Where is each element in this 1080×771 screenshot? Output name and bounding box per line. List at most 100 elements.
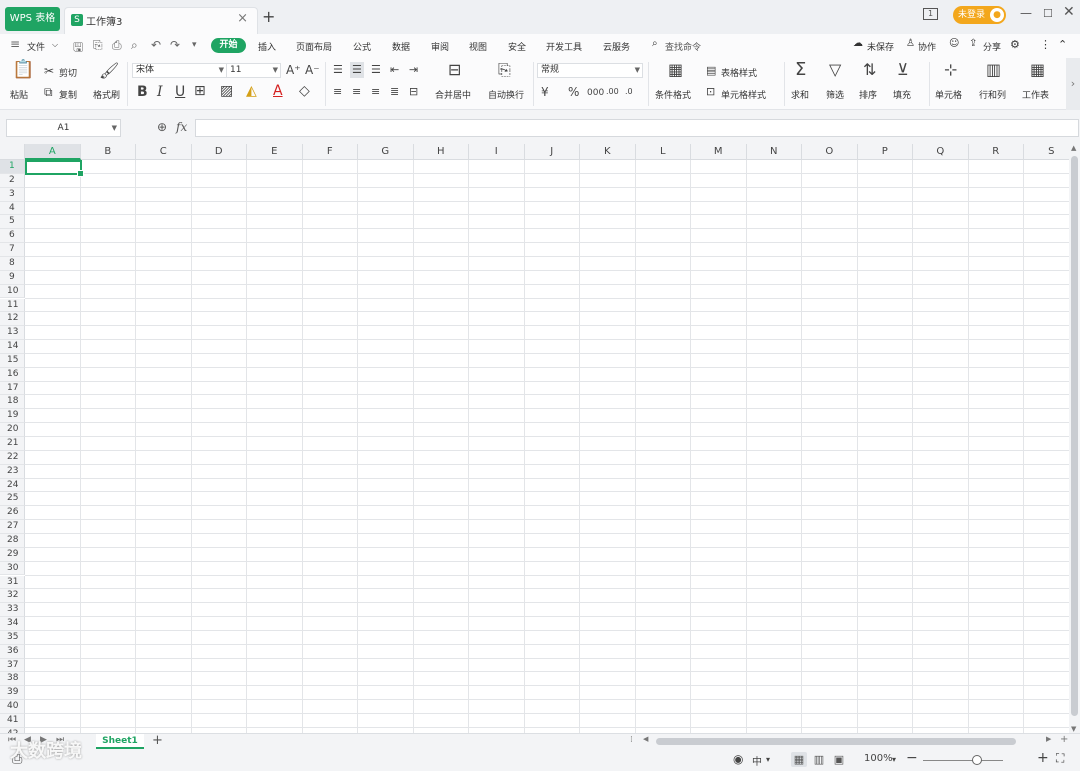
row-header-4[interactable]: 4 [0,201,25,216]
column-header-p[interactable]: P [857,144,913,160]
splitter-icon[interactable]: ⁞ [630,735,633,745]
document-tab[interactable]: S 工作簿3 × [64,7,258,34]
sort-icon[interactable]: ⇅ [863,62,876,78]
row-header-13[interactable]: 13 [0,326,25,341]
format-painter-button[interactable]: 格式刷 [93,88,120,101]
align-top-icon[interactable]: ☰ [333,63,343,77]
column-header-j[interactable]: J [524,144,580,160]
more-icon[interactable]: ⋮ [1040,38,1051,51]
align-middle-icon[interactable]: ☰ [350,62,364,78]
page-layout-view-icon[interactable]: ▣ [831,752,847,767]
settings-icon[interactable]: ⚙ [1010,38,1020,51]
column-header-m[interactable]: M [691,144,747,160]
row-header-29[interactable]: 29 [0,547,25,562]
row-header-16[interactable]: 16 [0,367,25,382]
sum-button[interactable]: 求和 [791,88,809,101]
sort-button[interactable]: 排序 [859,88,877,101]
border-icon[interactable]: ⊞ [194,84,206,98]
auto-wrap-button[interactable]: 自动换行 [488,88,524,101]
percent-icon[interactable]: % [568,85,579,99]
underline-icon[interactable]: U [175,85,185,99]
increase-decimal-icon[interactable]: .00 [606,85,619,99]
row-header-26[interactable]: 26 [0,506,25,521]
column-header-o[interactable]: O [802,144,858,160]
chevron-down-icon[interactable]: ▾ [892,755,896,764]
font-size-select[interactable]: 11 ▼ [226,63,281,78]
column-header-n[interactable]: N [746,144,802,160]
zoom-slider[interactable] [923,760,1003,761]
row-header-21[interactable]: 21 [0,437,25,451]
row-header-11[interactable]: 11 [0,298,25,313]
column-header-q[interactable]: Q [913,144,969,160]
fx-button[interactable]: fx [176,120,187,134]
font-name-select[interactable]: 宋体 ▼ [132,63,227,78]
minimize-icon[interactable]: — [1020,6,1032,20]
tab-data[interactable]: 数据 [392,40,410,53]
justify-icon[interactable]: ≣ [390,85,399,99]
tab-developer[interactable]: 开发工具 [546,40,582,53]
column-header-f[interactable]: F [302,144,358,160]
column-header-s[interactable]: S [1024,144,1069,160]
window-layout-icon[interactable]: 1 [923,8,938,20]
worksheet-icon[interactable]: ▦ [1030,62,1045,78]
row-header-14[interactable]: 14 [0,340,25,354]
row-header-19[interactable]: 19 [0,409,25,424]
align-right-icon[interactable]: ≡ [371,85,380,99]
zoom-level[interactable]: 100% [864,753,893,764]
scroll-right-icon[interactable]: ▶ [1046,735,1051,743]
tab-insert[interactable]: 插入 [258,40,276,53]
row-header-6[interactable]: 6 [0,229,25,244]
column-header-h[interactable]: H [413,144,469,160]
row-header-18[interactable]: 18 [0,395,25,410]
page-break-view-icon[interactable]: ▥ [811,752,827,767]
row-header-3[interactable]: 3 [0,187,25,202]
fullscreen-icon[interactable]: ⛶ [1056,751,1064,766]
app-tab[interactable]: WPS 表格 [5,7,60,31]
unsaved-button[interactable]: 未保存 [867,40,894,53]
row-header-12[interactable]: 12 [0,312,25,327]
row-header-34[interactable]: 34 [0,617,25,631]
redo-icon[interactable]: ↷ [170,38,180,52]
save-icon[interactable]: 🖫 [73,38,83,59]
active-cell[interactable] [25,160,84,177]
indent-decrease-icon[interactable]: ⇤ [390,63,399,77]
column-header-i[interactable]: I [469,144,525,160]
row-header-41[interactable]: 41 [0,714,25,728]
row-header-37[interactable]: 37 [0,658,25,673]
zoom-slider-knob[interactable] [972,755,982,765]
column-header-k[interactable]: K [580,144,636,160]
normal-view-icon[interactable]: ▦ [791,752,807,767]
row-header-23[interactable]: 23 [0,464,25,479]
worksheet-button[interactable]: 工作表 [1022,88,1049,101]
zoom-out-icon[interactable]: − [906,750,918,766]
scroll-up-icon[interactable]: ▲ [1071,144,1076,152]
close-tab-icon[interactable]: × [237,11,248,26]
row-header-2[interactable]: 2 [0,173,25,188]
row-header-7[interactable]: 7 [0,243,25,257]
row-header-38[interactable]: 38 [0,672,25,687]
column-header-d[interactable]: D [191,144,247,160]
indent-increase-icon[interactable]: ⇥ [409,63,418,77]
row-col-button[interactable]: 行和列 [979,88,1006,101]
file-menu[interactable]: 文件 [27,40,45,53]
row-header-22[interactable]: 22 [0,450,25,465]
row-header-32[interactable]: 32 [0,589,25,604]
fill-color-icon[interactable]: ◭ [246,84,257,98]
row-header-9[interactable]: 9 [0,270,25,285]
hamburger-icon[interactable]: ≡ [10,37,20,51]
merge-center-icon[interactable]: ⊟ [448,62,461,78]
filter-icon[interactable]: ▽ [829,62,841,78]
spreadsheet-grid[interactable]: ABCDEFGHIJKLMNOPQRS 1 2 3 4 5 6 7 8 9 10 11 12 13 14 1… [0,144,1069,733]
fill-button[interactable]: 填充 [893,88,911,101]
share-button[interactable]: 分享 [983,40,1001,53]
row-header-35[interactable]: 35 [0,630,25,645]
row-header-24[interactable]: 24 [0,478,25,493]
scroll-left-icon[interactable]: ◀ [643,735,648,743]
input-mode[interactable]: 中 [752,753,762,768]
ribbon-scroll-right-icon[interactable]: › [1066,58,1080,110]
conditional-format-button[interactable]: 条件格式 [655,88,691,101]
close-icon[interactable]: ✕ [1063,4,1075,20]
name-box[interactable]: A1 ▼ [6,119,121,137]
export-pdf-icon[interactable]: ⎘ [93,38,103,53]
format-painter-icon[interactable]: 🖌 [99,63,119,79]
